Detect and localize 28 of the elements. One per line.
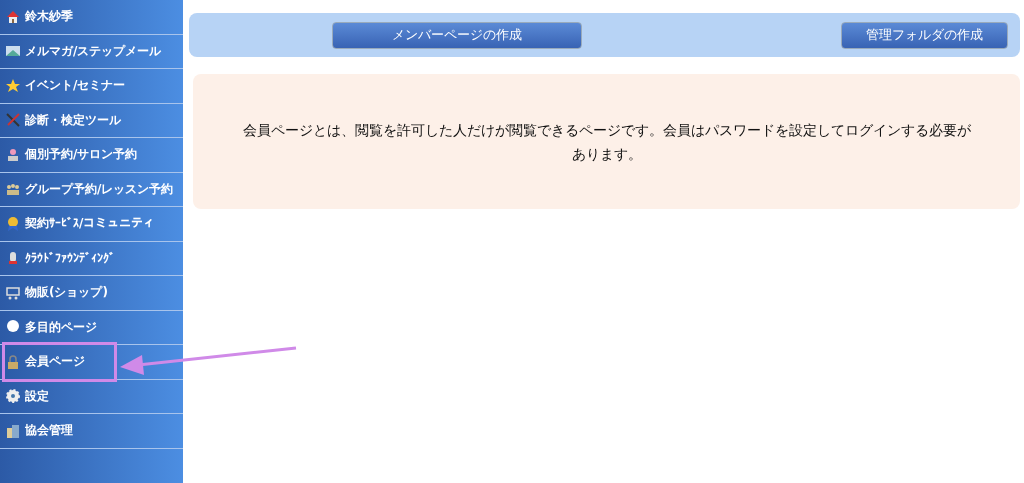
sidebar-item[interactable]: 鈴木紗季 bbox=[0, 0, 183, 35]
person-icon bbox=[6, 147, 20, 162]
balloon-icon bbox=[6, 320, 20, 335]
sidebar-item[interactable]: 診断・検定ツール bbox=[0, 103, 183, 138]
building-icon bbox=[6, 423, 20, 438]
create-button[interactable]: 管理フォルダの作成 bbox=[841, 21, 1008, 49]
envelope-icon bbox=[6, 44, 20, 59]
rocket-icon bbox=[6, 251, 20, 266]
sidebar-item[interactable]: 多目的ページ bbox=[0, 310, 183, 345]
sidebar-item[interactable]: 協会管理 bbox=[0, 414, 183, 449]
house-icon bbox=[6, 9, 20, 24]
sidebar-item[interactable]: メルマガ/ステップメール bbox=[0, 34, 183, 69]
lock-icon bbox=[6, 354, 20, 369]
tools-icon bbox=[6, 113, 20, 128]
sidebar-item[interactable]: グループ予約/レッスン予約 bbox=[0, 172, 183, 207]
group-icon bbox=[6, 182, 20, 197]
info-text: 会員ページとは、閲覧を許可した人だけが閲覧できるページです。会員はパスワードを設定してログインする必要があります。 bbox=[241, 120, 972, 164]
star-icon bbox=[6, 78, 20, 93]
badge-icon bbox=[6, 216, 20, 231]
sidebar-item[interactable]: 物販(ショップ) bbox=[0, 276, 183, 311]
sidebar-item[interactable]: 個別予約/サロン予約 bbox=[0, 138, 183, 173]
create-button[interactable]: メンバーページの作成 bbox=[332, 21, 582, 49]
sidebar-item[interactable]: 設定 bbox=[0, 379, 183, 414]
sidebar-item[interactable]: ｸﾗｳﾄﾞﾌｧｳﾝﾃﾞｨﾝｸﾞ bbox=[0, 241, 183, 276]
sidebar-item[interactable]: 契約ｻｰﾋﾞｽ/コミュニティ bbox=[0, 207, 183, 242]
sidebar-item[interactable]: イベント/セミナー bbox=[0, 69, 183, 104]
cart-icon bbox=[6, 285, 20, 300]
settings-icon bbox=[6, 389, 20, 404]
